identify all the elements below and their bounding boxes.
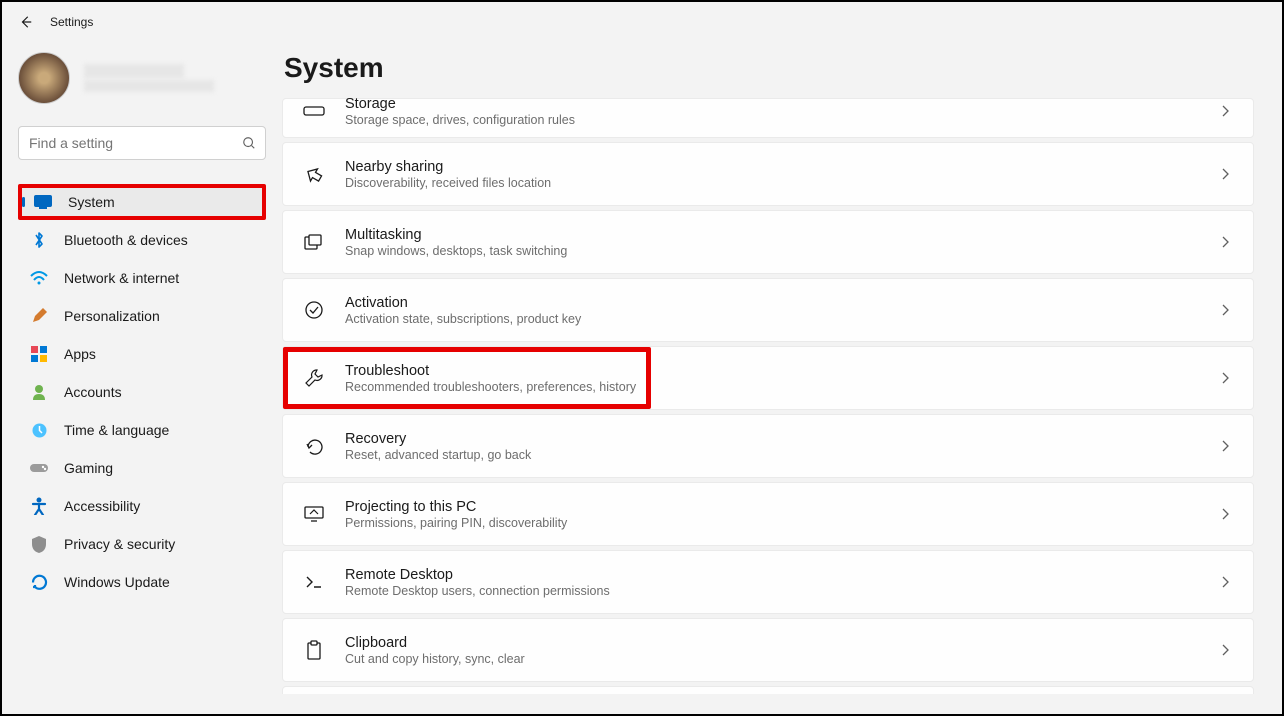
sidebar-item-label: Accounts [64,384,122,400]
card-multitask[interactable]: MultitaskingSnap windows, desktops, task… [282,210,1254,274]
sidebar-item-gaming[interactable]: Gaming [18,450,266,486]
recovery-icon [303,437,325,455]
sidebar-item-label: Time & language [64,422,169,438]
nearby-icon [303,165,325,183]
accessibility-icon [30,497,48,515]
card-nearby[interactable]: Nearby sharingDiscoverability, received … [282,142,1254,206]
personalization-icon [30,307,48,325]
sidebar-item-label: Personalization [64,308,160,324]
troubleshoot-icon [303,368,325,388]
profile-block[interactable] [18,52,266,104]
sidebar-item-network[interactable]: Network & internet [18,260,266,296]
sidebar-item-accounts[interactable]: Accounts [18,374,266,410]
card-storage[interactable]: StorageStorage space, drives, configurat… [282,98,1254,138]
chevron-right-icon [1217,576,1233,588]
search-icon [242,136,256,150]
sidebar-item-label: Apps [64,346,96,362]
sidebar: System Bluetooth & devices Network & int… [2,42,282,714]
storage-icon [303,106,325,116]
chevron-right-icon [1217,168,1233,180]
privacy-icon [30,535,48,553]
card-subtitle: Cut and copy history, sync, clear [345,652,1217,666]
gaming-icon [30,459,48,477]
sidebar-item-label: System [68,194,115,210]
network-icon [30,269,48,287]
nav-list: System Bluetooth & devices Network & int… [18,184,266,600]
bluetooth-icon [30,231,48,249]
accounts-icon [30,383,48,401]
sidebar-item-label: Windows Update [64,574,170,590]
card-subtitle: Reset, advanced startup, go back [345,448,1217,462]
titlebar: Settings [2,2,1282,42]
back-button[interactable] [18,14,34,30]
apps-icon [30,345,48,363]
card-title: Recovery [345,431,1217,447]
update-icon [30,573,48,591]
sidebar-item-update[interactable]: Windows Update [18,564,266,600]
sidebar-item-label: Accessibility [64,498,140,514]
remote-icon [303,574,325,590]
card-about[interactable]: AboutDevice specifications, rename PC, W… [282,686,1254,694]
card-title: Nearby sharing [345,159,1217,175]
card-recovery[interactable]: RecoveryReset, advanced startup, go back [282,414,1254,478]
chevron-right-icon [1217,372,1233,384]
back-arrow-icon [19,15,33,29]
sidebar-item-accessibility[interactable]: Accessibility [18,488,266,524]
card-title: Multitasking [345,227,1217,243]
chevron-right-icon [1217,304,1233,316]
sidebar-item-bluetooth[interactable]: Bluetooth & devices [18,222,266,258]
card-subtitle: Discoverability, received files location [345,176,1217,190]
card-subtitle: Storage space, drives, configuration rul… [345,113,1217,127]
card-title: Activation [345,295,1217,311]
projecting-icon [303,506,325,522]
card-subtitle: Recommended troubleshooters, preferences… [345,380,1217,394]
card-title: Projecting to this PC [345,499,1217,515]
card-activation[interactable]: ActivationActivation state, subscription… [282,278,1254,342]
page-title: System [284,52,1254,84]
time-icon [30,421,48,439]
main-content: System StorageStorage space, drives, con… [282,42,1282,714]
sidebar-item-privacy[interactable]: Privacy & security [18,526,266,562]
sidebar-item-label: Privacy & security [64,536,175,552]
chevron-right-icon [1217,508,1233,520]
settings-list: StorageStorage space, drives, configurat… [282,98,1254,694]
card-clipboard[interactable]: ClipboardCut and copy history, sync, cle… [282,618,1254,682]
card-title: Storage [345,98,1217,112]
activation-icon [303,300,325,320]
sidebar-item-personalization[interactable]: Personalization [18,298,266,334]
search-box[interactable] [18,126,266,160]
sidebar-item-apps[interactable]: Apps [18,336,266,372]
profile-info [84,64,214,92]
chevron-right-icon [1217,644,1233,656]
profile-email-redacted [84,80,214,92]
sidebar-item-system[interactable]: System [18,184,266,220]
sidebar-item-label: Bluetooth & devices [64,232,188,248]
search-input[interactable] [18,126,266,160]
card-title: Clipboard [345,635,1217,651]
card-subtitle: Activation state, subscriptions, product… [345,312,1217,326]
card-remote[interactable]: Remote DesktopRemote Desktop users, conn… [282,550,1254,614]
card-subtitle: Snap windows, desktops, task switching [345,244,1217,258]
chevron-right-icon [1217,236,1233,248]
card-title: Remote Desktop [345,567,1217,583]
window-title: Settings [50,15,93,29]
avatar [18,52,70,104]
card-troubleshoot[interactable]: TroubleshootRecommended troubleshooters,… [282,346,1254,410]
sidebar-item-time[interactable]: Time & language [18,412,266,448]
clipboard-icon [303,640,325,660]
sidebar-item-label: Gaming [64,460,113,476]
sidebar-item-label: Network & internet [64,270,179,286]
card-title: Troubleshoot [345,363,1217,379]
chevron-right-icon [1217,105,1233,117]
card-subtitle: Remote Desktop users, connection permiss… [345,584,1217,598]
card-subtitle: Permissions, pairing PIN, discoverabilit… [345,516,1217,530]
chevron-right-icon [1217,440,1233,452]
system-icon [34,193,52,211]
profile-name-redacted [84,64,184,78]
multitask-icon [303,234,325,250]
card-projecting[interactable]: Projecting to this PCPermissions, pairin… [282,482,1254,546]
